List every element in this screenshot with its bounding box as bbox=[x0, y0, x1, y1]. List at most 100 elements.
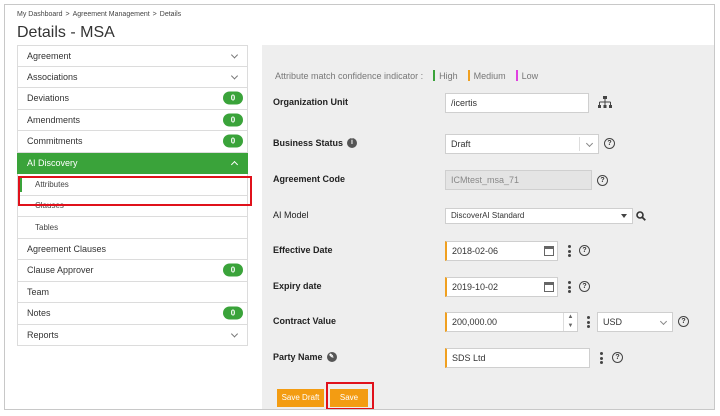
agreement-code-field: ICMtest_msa_71 bbox=[445, 170, 592, 190]
business-status-label-text: Business Status bbox=[273, 138, 344, 148]
sidebar-item-label: Tables bbox=[35, 222, 59, 232]
count-badge: 0 bbox=[223, 113, 243, 127]
sidebar-item-label: AI Discovery bbox=[27, 157, 78, 168]
effective-date-field[interactable]: 2018-02-06 bbox=[445, 241, 558, 261]
expiry-date-row: Expiry date 2019-10-02 ? bbox=[262, 277, 714, 297]
legend-medium: Medium bbox=[467, 70, 506, 81]
contract-value-label: Contract Value bbox=[273, 316, 337, 326]
search-icon[interactable] bbox=[636, 211, 646, 221]
org-unit-row: Organization Unit /icertis bbox=[262, 93, 714, 113]
sidebar-item-label: Team bbox=[27, 286, 50, 297]
breadcrumb-details: Details bbox=[159, 11, 182, 18]
breadcrumb-separator: > bbox=[65, 11, 70, 18]
calendar-icon[interactable] bbox=[544, 282, 554, 292]
calendar-icon[interactable] bbox=[544, 246, 554, 256]
sidebar-item-label: Deviations bbox=[27, 93, 70, 104]
attributes-highlight-box bbox=[18, 176, 252, 206]
help-icon[interactable]: ? bbox=[597, 175, 608, 186]
contract-value-field[interactable]: 200,000.00 ▲ ▼ bbox=[445, 312, 578, 332]
more-options-icon[interactable] bbox=[599, 352, 603, 364]
breadcrumb-separator: > bbox=[152, 11, 157, 18]
effective-date-row: Effective Date 2018-02-06 ? bbox=[262, 241, 714, 261]
org-unit-label: Organization Unit bbox=[273, 97, 348, 107]
legend-high-label: High bbox=[439, 70, 458, 81]
help-icon[interactable]: ? bbox=[678, 316, 689, 327]
chevron-down-icon bbox=[230, 72, 239, 80]
sidebar-item-label: Clause Approver bbox=[27, 265, 94, 276]
sidebar-item-label: Associations bbox=[27, 71, 78, 82]
legend-medium-label: Medium bbox=[473, 70, 506, 81]
count-badge: 0 bbox=[223, 134, 243, 148]
count-badge: 0 bbox=[223, 306, 243, 320]
expiry-date-field[interactable]: 2019-10-02 bbox=[445, 277, 558, 297]
business-status-row: Business Status i Draft ? bbox=[262, 134, 714, 154]
breadcrumb-agreement-management[interactable]: Agreement Management bbox=[73, 11, 150, 18]
sidebar-item-label: Amendments bbox=[27, 114, 81, 125]
contract-value-row: Contract Value 200,000.00 ▲ ▼ USD ? bbox=[262, 312, 714, 332]
effective-date-label: Effective Date bbox=[273, 245, 333, 255]
party-name-field[interactable]: SDS Ltd bbox=[445, 348, 590, 368]
org-unit-field[interactable]: /icertis bbox=[445, 93, 589, 113]
more-options-icon[interactable] bbox=[567, 245, 571, 257]
ai-model-value: DiscoverAI Standard bbox=[451, 211, 525, 220]
expiry-date-value: 2019-10-02 bbox=[452, 282, 499, 292]
chevron-down-icon bbox=[659, 317, 668, 326]
business-status-value: Draft bbox=[451, 139, 471, 149]
info-icon: i bbox=[347, 138, 358, 148]
hierarchy-icon[interactable] bbox=[597, 96, 613, 110]
more-options-icon[interactable] bbox=[567, 281, 571, 293]
high-indicator-icon bbox=[433, 70, 436, 81]
select-divider bbox=[579, 137, 580, 151]
currency-select[interactable]: USD bbox=[597, 312, 673, 332]
currency-value: USD bbox=[603, 317, 623, 327]
sidebar-subitem-tables[interactable]: Tables bbox=[17, 217, 248, 239]
sidebar-item-label: Commitments bbox=[27, 136, 83, 147]
sidebar-item-associations[interactable]: Associations bbox=[17, 66, 248, 88]
sidebar-item-clause-approver[interactable]: Clause Approver 0 bbox=[17, 260, 248, 282]
ai-model-select[interactable]: DiscoverAI Standard bbox=[445, 208, 633, 224]
party-name-label: Party Name ✎ bbox=[273, 352, 337, 362]
party-name-label-text: Party Name bbox=[273, 352, 323, 362]
agreement-code-row: Agreement Code ICMtest_msa_71 ? bbox=[262, 170, 714, 190]
effective-date-value: 2018-02-06 bbox=[452, 246, 499, 256]
sidebar-item-commitments[interactable]: Commitments 0 bbox=[17, 131, 248, 153]
sidebar-item-notes[interactable]: Notes 0 bbox=[17, 303, 248, 325]
agreement-code-label: Agreement Code bbox=[273, 174, 346, 184]
chevron-down-icon bbox=[585, 139, 594, 148]
count-badge: 0 bbox=[223, 263, 243, 277]
business-status-label: Business Status i bbox=[273, 138, 358, 148]
help-icon[interactable]: ? bbox=[612, 352, 623, 363]
legend-low-label: Low bbox=[521, 70, 539, 81]
chevron-down-icon bbox=[230, 51, 239, 59]
sidebar-item-deviations[interactable]: Deviations 0 bbox=[17, 88, 248, 110]
save-highlight-box bbox=[326, 382, 374, 409]
contract-value-value: 200,000.00 bbox=[452, 317, 498, 327]
save-draft-button[interactable]: Save Draft bbox=[277, 389, 324, 407]
help-icon[interactable]: ? bbox=[579, 281, 590, 292]
ai-model-label: AI Model bbox=[273, 210, 309, 220]
number-stepper[interactable]: ▲ ▼ bbox=[563, 313, 577, 331]
legend-low: Low bbox=[515, 70, 539, 81]
chevron-down-icon bbox=[230, 330, 239, 338]
sidebar-item-amendments[interactable]: Amendments 0 bbox=[17, 109, 248, 131]
sidebar-item-reports[interactable]: Reports bbox=[17, 324, 248, 346]
sidebar-item-label: Reports bbox=[27, 329, 59, 340]
sidebar-item-label: Notes bbox=[27, 308, 51, 319]
party-name-row: Party Name ✎ SDS Ltd ? bbox=[262, 348, 714, 368]
chevron-up-icon bbox=[230, 160, 239, 168]
breadcrumb: My Dashboard > Agreement Management > Detail… bbox=[17, 11, 184, 18]
expiry-date-label: Expiry date bbox=[273, 281, 322, 291]
attributes-panel: Attribute match confidence indicator : H… bbox=[262, 45, 714, 409]
low-indicator-icon bbox=[515, 70, 518, 81]
breadcrumb-dashboard[interactable]: My Dashboard bbox=[17, 11, 63, 18]
more-options-icon[interactable] bbox=[586, 316, 590, 328]
help-icon[interactable]: ? bbox=[604, 138, 615, 149]
sidebar-item-agreement[interactable]: Agreement bbox=[17, 45, 248, 67]
edit-icon: ✎ bbox=[326, 352, 337, 362]
sidebar-item-agreement-clauses[interactable]: Agreement Clauses bbox=[17, 238, 248, 260]
help-icon[interactable]: ? bbox=[579, 245, 590, 256]
business-status-select[interactable]: Draft bbox=[445, 134, 599, 154]
sidebar-item-label: Agreement Clauses bbox=[27, 243, 107, 254]
sidebar-item-team[interactable]: Team bbox=[17, 281, 248, 303]
sidebar-item-ai-discovery[interactable]: AI Discovery bbox=[17, 152, 248, 174]
